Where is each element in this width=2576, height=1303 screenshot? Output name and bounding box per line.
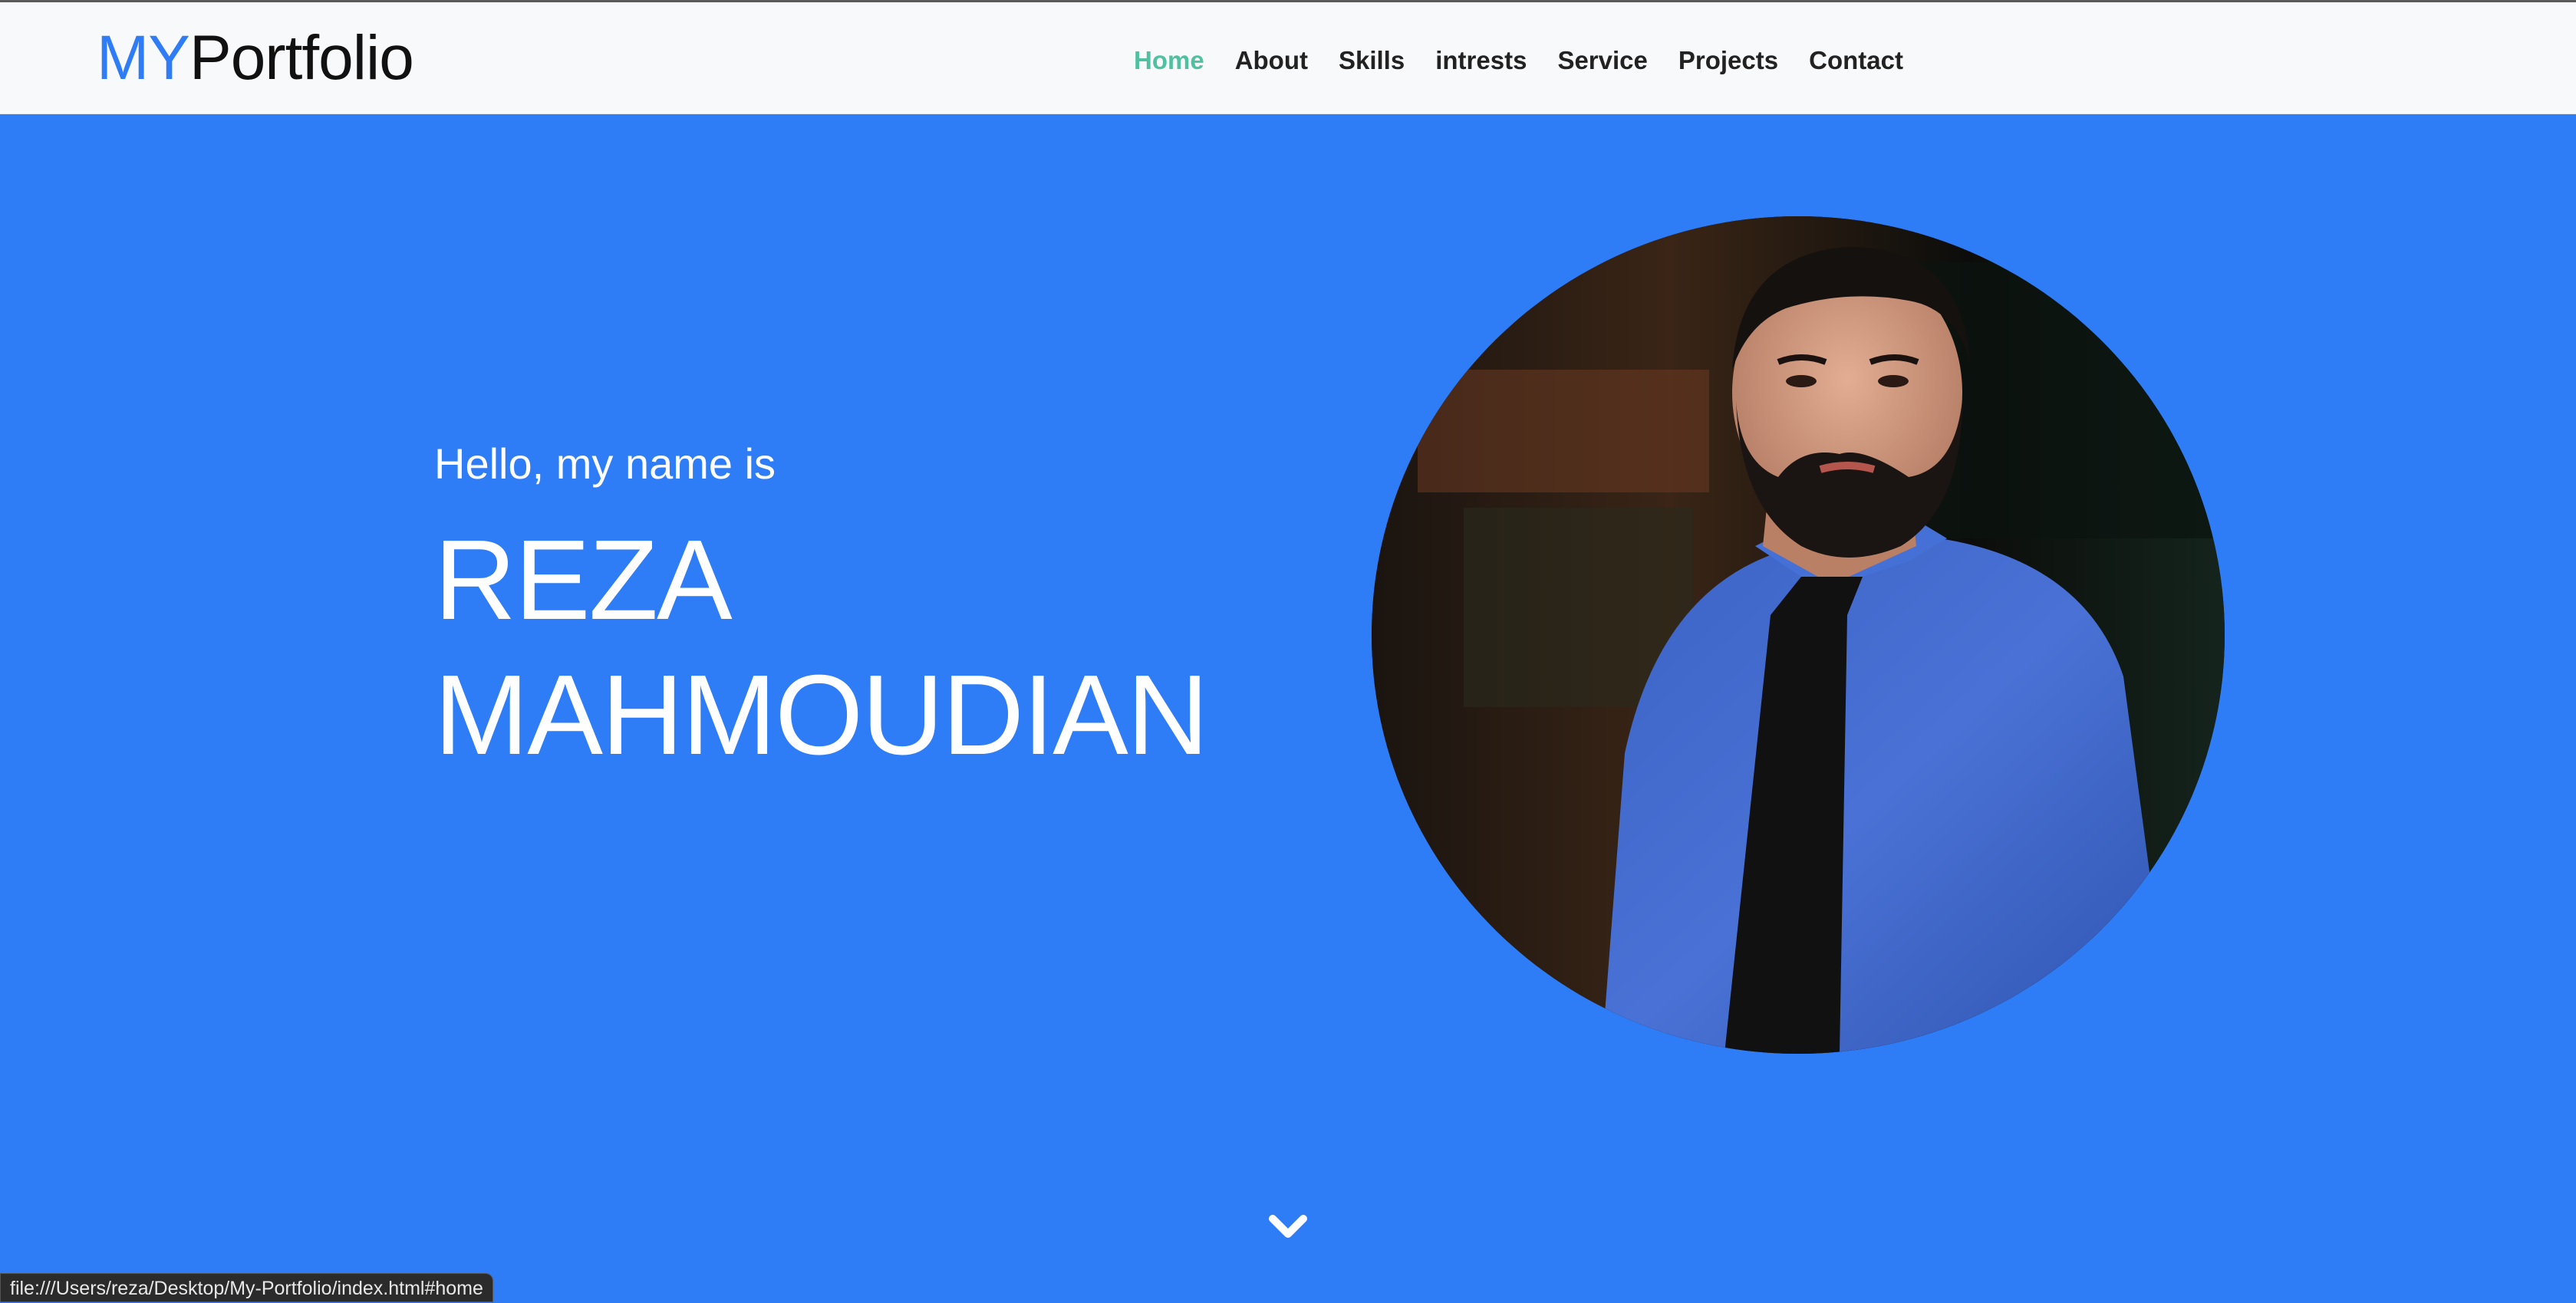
hero-intro: Hello, my name is REZA MAHMOUDIAN: [434, 433, 1278, 783]
brand-prefix: MY: [97, 23, 190, 93]
brand-logo[interactable]: MYPortfolio: [97, 23, 414, 93]
nav-link-projects[interactable]: Projects: [1663, 44, 1794, 77]
nav-link-service[interactable]: Service: [1542, 44, 1662, 77]
navbar: MYPortfolio Home About Skills intrests S…: [0, 2, 2576, 114]
nav-menu: Home About Skills intrests Service Proje…: [1118, 44, 1919, 77]
browser-status-bar: file:///Users/reza/Desktop/My-Portfolio/…: [0, 1273, 493, 1302]
nav-link-interests[interactable]: intrests: [1420, 44, 1542, 77]
nav-link-skills[interactable]: Skills: [1323, 44, 1420, 77]
hero-name-last: MAHMOUDIAN: [434, 652, 1209, 778]
portrait-photo-icon: [1372, 216, 2225, 1054]
scroll-down-button[interactable]: [1267, 1212, 1309, 1242]
hero-name-first: REZA: [434, 517, 733, 643]
chevron-down-icon: [1269, 1215, 1307, 1238]
nav-link-contact[interactable]: Contact: [1794, 44, 1919, 77]
hero-name: REZA MAHMOUDIAN: [434, 513, 1240, 783]
nav-link-about[interactable]: About: [1220, 44, 1323, 77]
hero-greeting: Hello, my name is: [434, 439, 776, 488]
profile-photo: [1372, 216, 2225, 1054]
brand-name: Portfolio: [189, 23, 414, 93]
nav-link-home[interactable]: Home: [1118, 44, 1220, 77]
